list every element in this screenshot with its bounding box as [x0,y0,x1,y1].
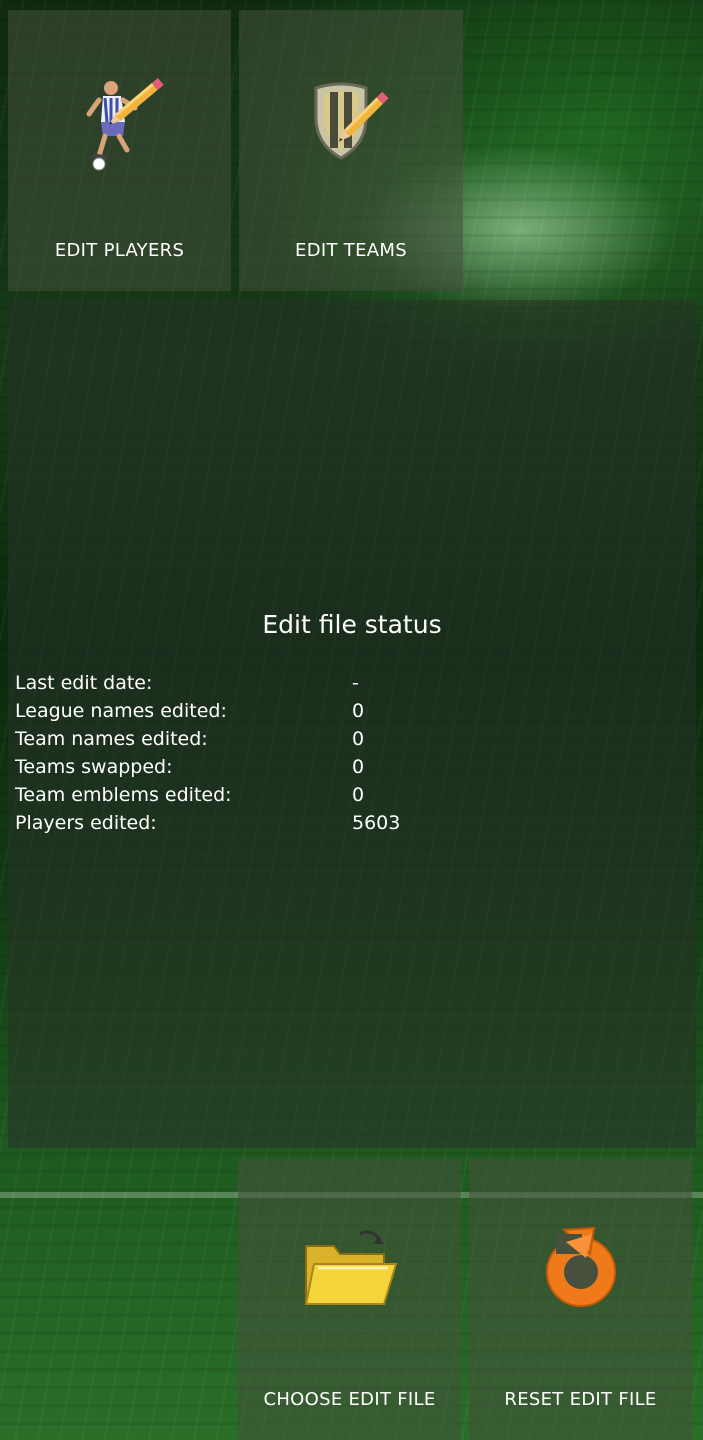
status-label: Players edited: [15,812,157,834]
status-value: 0 [352,728,365,750]
status-value: 0 [352,784,365,806]
edit-teams-button[interactable]: EDIT TEAMS [239,10,463,291]
status-row-last-edit-date: Last edit date: - [15,672,655,700]
status-row-players-edited: Players edited: 5603 [15,812,655,840]
status-row-league-names-edited: League names edited: 0 [15,700,655,728]
status-value: 5603 [352,812,401,834]
choose-edit-file-button[interactable]: CHOOSE EDIT FILE [238,1158,461,1440]
shield-pencil-icon [314,82,389,160]
status-row-team-emblems-edited: Team emblems edited: 0 [15,784,655,812]
player-pencil-icon [86,78,164,171]
status-title: Edit file status [262,610,442,639]
status-label: Teams swapped: [15,756,173,778]
status-label: Last edit date: [15,672,153,694]
edit-teams-label: EDIT TEAMS [295,240,407,261]
status-label: Team emblems edited: [15,784,232,806]
choose-edit-file-label: CHOOSE EDIT FILE [263,1389,436,1410]
status-row-team-names-edited: Team names edited: 0 [15,728,655,756]
reset-edit-file-button[interactable]: RESET EDIT FILE [469,1158,692,1440]
edit-file-status-panel: Edit file status Last edit date: - Leagu… [8,300,696,1148]
edit-players-label: EDIT PLAYERS [54,240,185,261]
edit-players-button[interactable]: EDIT PLAYERS [8,10,231,291]
reset-edit-file-label: RESET EDIT FILE [504,1389,657,1410]
status-row-teams-swapped: Teams swapped: 0 [15,756,655,784]
reset-arrow-icon [545,1226,616,1307]
status-value: 0 [352,756,365,778]
status-label: League names edited: [15,700,227,722]
status-label: Team names edited: [15,728,208,750]
status-value: - [352,672,359,694]
status-value: 0 [352,700,365,722]
folder-open-icon [304,1230,397,1305]
